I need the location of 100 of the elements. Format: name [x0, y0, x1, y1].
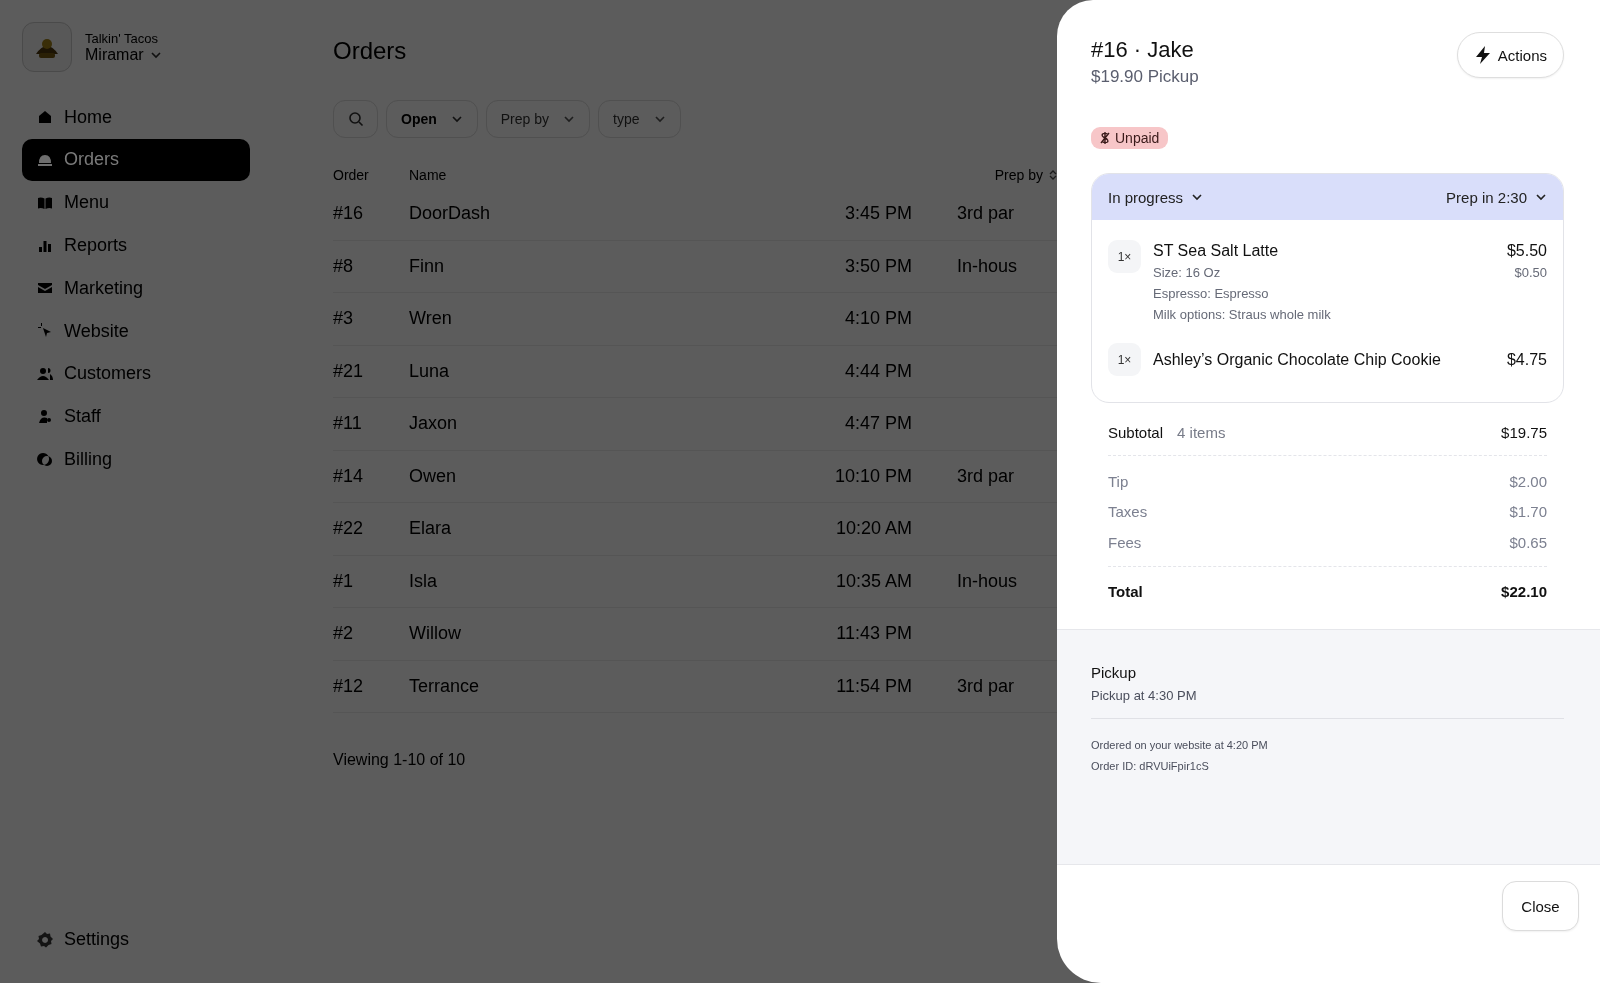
table-cell-text: #11 [333, 413, 363, 435]
table-cell-text: Terrance [409, 675, 481, 697]
filter-dropdown[interactable]: type [598, 100, 681, 138]
fulfillment-detail: Pickup at 4:30 PM [1091, 687, 1198, 703]
order-subtitle: $19.90 Pickup [1091, 67, 1199, 87]
page-title: Orders [333, 37, 408, 66]
charge-label: Taxes [1108, 503, 1148, 521]
logo-icon [22, 22, 72, 72]
table-cell-text: 3:45 PM [843, 203, 912, 225]
status-dropdown[interactable]: In progress [1108, 188, 1204, 206]
nav-item[interactable]: Staff [22, 395, 250, 438]
chevron-down-icon [653, 113, 666, 125]
item-modifier: Milk options: Straus whole milk [1153, 306, 1331, 324]
brand-name: Talkin' Tacos [85, 30, 160, 46]
table-cell-text: #1 [333, 570, 355, 592]
status-badge: Unpaid [1091, 127, 1169, 149]
table-cell-text: 11:43 PM [835, 623, 912, 645]
table-cell: 3rd par [957, 203, 1015, 224]
table-cell-text: Owen [409, 465, 458, 487]
search-icon [347, 111, 364, 127]
nav-item[interactable]: Customers [22, 352, 250, 396]
table-cell-text: #12 [333, 675, 365, 697]
total-label: Total [1108, 583, 1143, 600]
table-cell-text: 4:47 PM [843, 413, 912, 435]
search-button[interactable] [333, 100, 378, 138]
table-cell-text: Wren [409, 308, 453, 330]
nav-item[interactable]: Home [22, 96, 250, 139]
table-cell-text: 10:20 AM [834, 518, 912, 540]
charge-amount: $1.70 [1509, 503, 1547, 521]
settings-link[interactable]: Settings [22, 918, 250, 961]
table-cell-text: Willow [409, 623, 462, 645]
table-cell-text: 4:10 PM [843, 308, 912, 330]
subtotal-label: Subtotal [1108, 423, 1164, 441]
close-button[interactable]: Close [1502, 881, 1579, 931]
nav-item[interactable]: Marketing [22, 267, 250, 310]
table-cell-text: #14 [333, 465, 365, 487]
nav-item[interactable]: Website [22, 309, 250, 353]
table-cell: 3rd par [957, 675, 1015, 696]
table-cell-text: 11:54 PM [835, 675, 912, 697]
table-cell-text: #16 [333, 203, 365, 225]
table-cell-text: #22 [333, 518, 365, 540]
prep-time-dropdown[interactable]: Prep in 2:30 [1446, 188, 1547, 206]
nav-item[interactable]: Reports [22, 224, 250, 267]
nav-item[interactable]: Orders [22, 138, 250, 182]
column-header: Name [409, 167, 448, 183]
total-amount: $22.10 [1501, 583, 1547, 600]
item-modifier: Size: 16 Oz [1153, 264, 1221, 282]
nav-item[interactable]: Menu [22, 181, 250, 224]
quantity-badge: 1× [1108, 240, 1141, 273]
item-name: Ashley’s Organic Chocolate Chip Cookie [1153, 350, 1441, 369]
item-count: 4 items [1177, 423, 1226, 441]
no-dollar-icon [1099, 131, 1111, 145]
item-name: ST Sea Salt Latte [1153, 242, 1279, 260]
table-cell: In-hous [957, 570, 1018, 591]
coins-icon [36, 450, 54, 469]
order-meta: Ordered on your website at 4:20 PM [1091, 737, 1269, 753]
chevron-down-icon [1535, 191, 1547, 203]
location-selector[interactable]: Miramar [85, 45, 162, 64]
item-price: $5.50 [1506, 242, 1547, 260]
chevron-down-icon [1191, 191, 1204, 203]
order-meta: Order ID: dRVUiFpir1cS [1091, 758, 1210, 774]
table-cell-text: DoorDash [409, 203, 492, 225]
column-header: Order [333, 167, 370, 183]
item-modifier: Espresso: Espresso [1153, 285, 1269, 303]
item-price: $4.75 [1506, 350, 1547, 369]
table-cell-text: 10:10 PM [833, 465, 912, 487]
table-cell-text: Jaxon [409, 413, 459, 435]
fulfillment-heading: Pickup [1091, 663, 1138, 681]
table-cell-text: #8 [333, 255, 355, 277]
chevron-down-icon [450, 113, 463, 125]
nav-item[interactable]: Billing [22, 438, 250, 481]
lightning-icon [1473, 45, 1492, 65]
order-title: #16 · Jake [1091, 36, 1195, 64]
table-cell-text: 4:44 PM [843, 360, 912, 382]
table-cell-text: 10:35 AM [834, 570, 912, 592]
chevron-down-icon [563, 113, 576, 125]
filter-dropdown[interactable]: Open [386, 100, 478, 138]
subtotal-amount: $19.75 [1501, 423, 1547, 441]
charge-label: Fees [1108, 533, 1142, 551]
table-cell-text: Isla [409, 570, 438, 592]
person-icon [36, 407, 54, 426]
column-header[interactable]: Prep by [937, 167, 1057, 183]
table-cell-text: Finn [409, 255, 445, 277]
charge-amount: $0.65 [1509, 533, 1547, 551]
filter-dropdown[interactable]: Prep by [485, 100, 591, 138]
settings-icon [36, 930, 54, 949]
table-cell-text: Elara [409, 518, 453, 540]
table-cell: In-hous [957, 255, 1018, 276]
sort-icon [1049, 170, 1057, 180]
actions-button[interactable]: Actions [1456, 32, 1564, 78]
table-cell-text: #2 [333, 623, 355, 645]
table-cell-text: 3:50 PM [843, 255, 912, 277]
modifier-price: $0.50 [1514, 264, 1547, 282]
table-cell-text: #21 [333, 360, 365, 382]
quantity-badge: 1× [1108, 343, 1141, 376]
pagination-text: Viewing 1-10 of 10 [333, 751, 467, 769]
charge-amount: $2.00 [1509, 472, 1547, 490]
table-cell-text: Luna [409, 360, 451, 382]
table-cell: 3rd par [957, 465, 1015, 486]
charge-label: Tip [1108, 472, 1129, 490]
